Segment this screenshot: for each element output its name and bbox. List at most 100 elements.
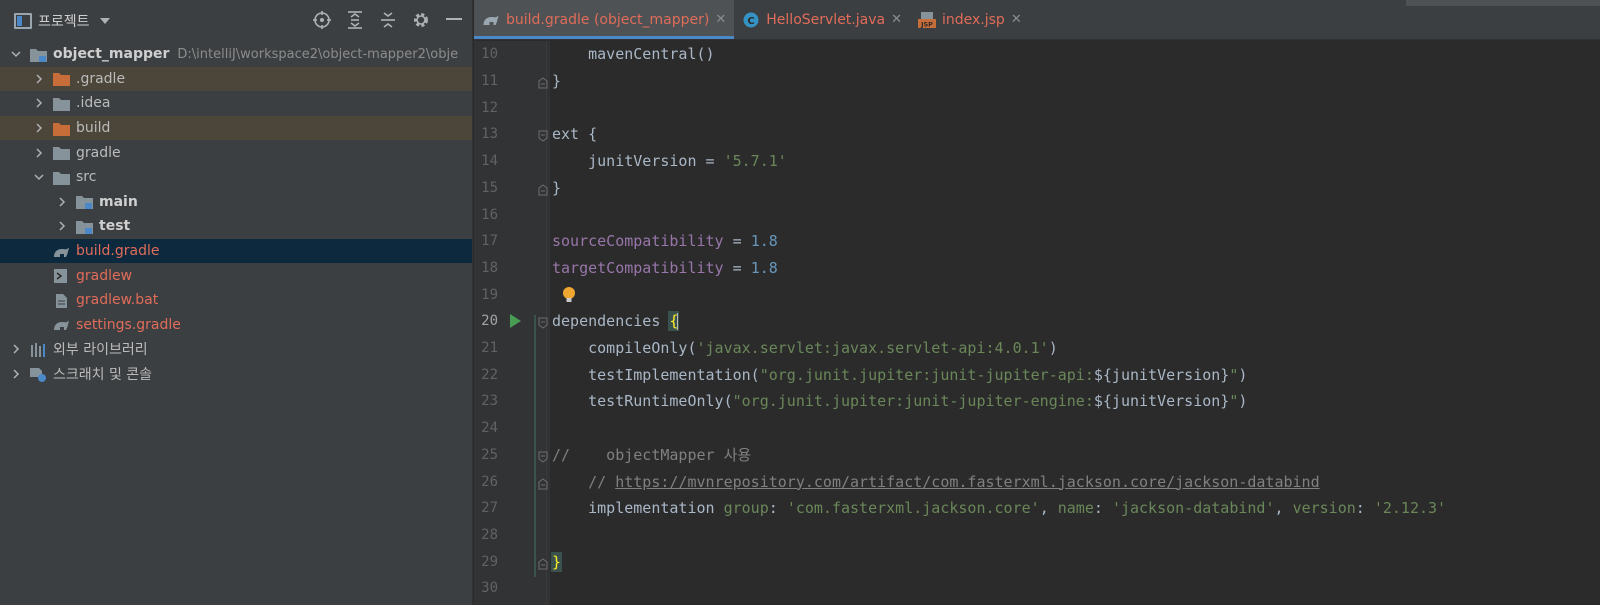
chevron-right-icon[interactable]: [56, 196, 68, 208]
fold-end-icon[interactable]: [538, 75, 548, 89]
svg-text:JSP: JSP: [920, 20, 933, 28]
line-number: 26: [481, 473, 498, 490]
chevron-right-icon[interactable]: [33, 122, 45, 134]
fold-start-icon[interactable]: [538, 128, 548, 143]
line-number: 14: [481, 153, 498, 170]
expand-all-icon[interactable]: [345, 10, 365, 30]
tree-item-label: .gradle: [76, 70, 126, 87]
code-line: 28: [474, 522, 1600, 549]
fold-end-icon[interactable]: [538, 556, 548, 570]
tree-item-label: test: [99, 218, 131, 235]
code-text: }: [550, 551, 563, 572]
script-file-icon: [53, 269, 70, 284]
code-line: 11 }: [474, 68, 1600, 95]
tree-item-src[interactable]: src: [0, 165, 472, 190]
line-number: 17: [481, 233, 498, 250]
chevron-down-icon[interactable]: [10, 48, 22, 60]
tab-strip-spacer: [1406, 0, 1600, 6]
folder-icon: [53, 97, 70, 111]
project-view-selector[interactable]: 프로젝트: [38, 11, 90, 31]
tree-item-settings-gradle[interactable]: settings.gradle: [0, 313, 472, 338]
line-number: 30: [481, 580, 498, 597]
close-icon[interactable]: ✕: [1011, 12, 1022, 27]
chevron-right-icon[interactable]: [56, 220, 68, 232]
comment-link[interactable]: https://mvnrepository.com/artifact/com.f…: [615, 473, 1319, 491]
tree-item-label: .idea: [76, 95, 111, 112]
chevron-right-icon[interactable]: [33, 73, 45, 85]
tree-item-scratches[interactable]: 스크래치 및 콘솔: [0, 362, 472, 387]
tree-item-label: main: [99, 193, 138, 210]
code-line: 29 }: [474, 548, 1600, 575]
tree-item-main[interactable]: main: [0, 190, 472, 215]
text-file-icon: [53, 293, 70, 308]
source-folder-icon: [76, 220, 93, 234]
module-path: D:\intelliJ\workspace2\object-mapper2\ob…: [177, 46, 459, 62]
close-icon[interactable]: ✕: [891, 12, 902, 27]
code-text: }: [552, 72, 562, 91]
gear-icon[interactable]: [411, 10, 431, 30]
tree-item-label: gradlew.bat: [76, 292, 159, 309]
code-editor[interactable]: 10 mavenCentral() 11 } 12 13 ext { 14 ju…: [474, 41, 1600, 605]
tree-item-build-gradle[interactable]: build.gradle: [0, 238, 472, 264]
tree-item-gradle-dir[interactable]: .gradle: [0, 66, 472, 92]
code-line: 19: [474, 281, 1600, 308]
editor-tabs: build.gradle (object_mapper) ✕ C HelloSe…: [474, 0, 1600, 40]
code-line: 14 junitVersion = '5.7.1': [474, 148, 1600, 175]
close-icon[interactable]: ✕: [715, 12, 726, 27]
chevron-right-icon[interactable]: [10, 343, 22, 355]
chevron-right-icon[interactable]: [10, 368, 22, 380]
run-icon[interactable]: [510, 314, 521, 329]
tree-item-label: build: [76, 120, 111, 137]
chevron-right-icon[interactable]: [33, 97, 45, 109]
gradle-icon: [53, 318, 70, 331]
lightbulb-icon[interactable]: [562, 286, 576, 304]
line-number: 24: [481, 420, 498, 437]
locate-target-icon[interactable]: [312, 10, 332, 30]
chevron-down-icon[interactable]: [33, 171, 45, 183]
tree-item-gradlew[interactable]: gradlew: [0, 263, 472, 288]
code-line: 21 compileOnly('javax.servlet:javax.serv…: [474, 335, 1600, 362]
chevron-right-icon[interactable]: [33, 147, 45, 159]
text-caret: [677, 313, 680, 331]
tree-item-build[interactable]: build: [0, 115, 472, 141]
fold-end-icon[interactable]: [538, 182, 548, 196]
code-text: // https://mvnrepository.com/artifact/co…: [552, 472, 1320, 491]
line-number: 16: [481, 206, 498, 223]
code-line: 22 testImplementation("org.junit.jupiter…: [474, 361, 1600, 388]
fold-start-icon[interactable]: [538, 315, 548, 329]
line-number: 27: [481, 500, 498, 517]
line-number: 10: [481, 46, 498, 63]
tree-item-label: 스크래치 및 콘솔: [53, 367, 153, 384]
svg-text:C: C: [748, 16, 755, 27]
tab-index-jsp[interactable]: JSP index.jsp ✕: [910, 0, 1030, 39]
line-number: 22: [481, 366, 498, 383]
tree-item-object-mapper[interactable]: object_mapper D:\intelliJ\workspace2\obj…: [0, 42, 472, 67]
code-text: sourceCompatibility = 1.8: [552, 232, 778, 251]
tree-item-gradlew-bat[interactable]: gradlew.bat: [0, 288, 472, 313]
code-text: implementation group: 'com.fasterxml.jac…: [552, 499, 1447, 518]
tab-build-gradle[interactable]: build.gradle (object_mapper) ✕: [474, 0, 735, 39]
chevron-down-icon[interactable]: [99, 18, 110, 24]
line-number: 11: [481, 73, 498, 90]
code-text: junitVersion = '5.7.1': [552, 152, 787, 171]
line-number: 28: [481, 526, 498, 543]
project-panel-header: 프로젝트: [0, 0, 472, 42]
tree-item-idea[interactable]: .idea: [0, 91, 472, 116]
code-line: 30: [474, 575, 1600, 602]
tree-item-gradle-folder[interactable]: gradle: [0, 140, 472, 165]
tree-item-test[interactable]: test: [0, 214, 472, 239]
line-number: 21: [481, 340, 498, 357]
code-text: }: [552, 178, 562, 197]
code-line: 27 implementation group: 'com.fasterxml.…: [474, 495, 1600, 522]
code-text: dependencies {: [552, 311, 680, 332]
tab-hello-servlet[interactable]: C HelloServlet.java ✕: [734, 0, 910, 39]
fold-start-icon[interactable]: [538, 449, 548, 463]
module-folder-icon: [30, 48, 47, 62]
collapse-all-icon[interactable]: [378, 10, 398, 30]
fold-end-icon[interactable]: [538, 476, 548, 490]
code-text: targetCompatibility = 1.8: [552, 258, 778, 277]
tree-item-label: src: [76, 169, 97, 186]
code-line: 16: [474, 201, 1600, 228]
minimize-icon[interactable]: [444, 10, 464, 30]
tree-item-external-libraries[interactable]: 외부 라이브러리: [0, 337, 472, 362]
